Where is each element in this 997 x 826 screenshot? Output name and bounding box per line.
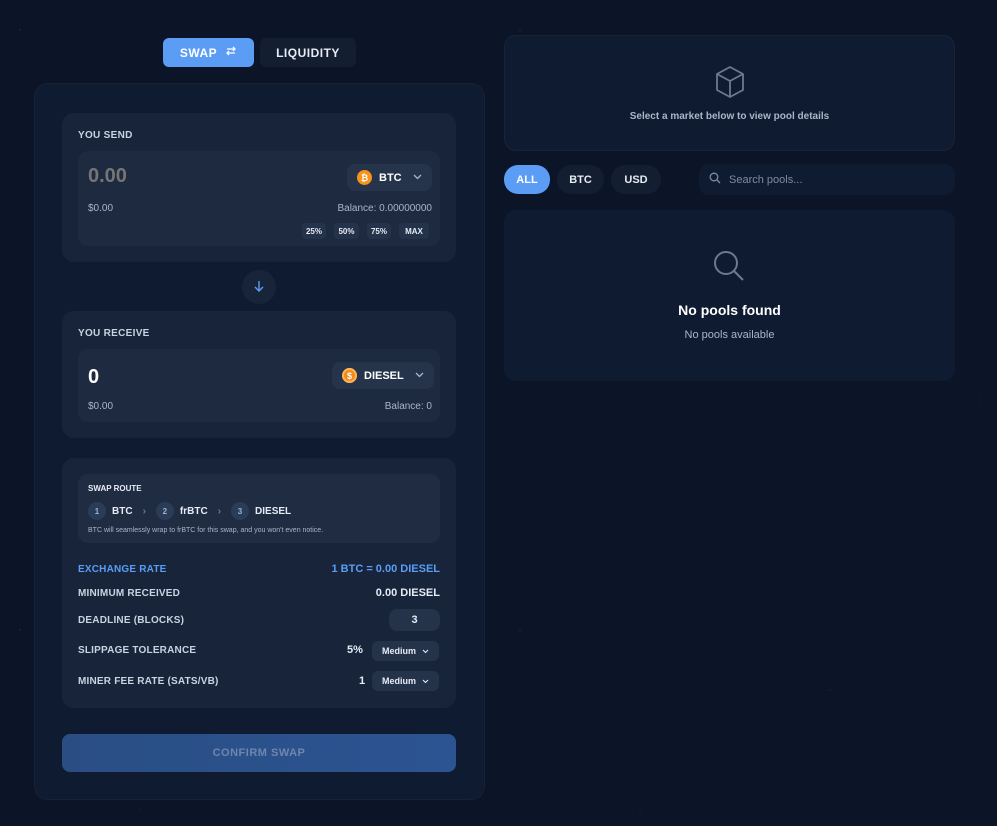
pools-list: No pools found No pools available (504, 210, 955, 381)
search-pools-input[interactable] (729, 173, 939, 186)
percent-50-button[interactable]: 50% (334, 223, 359, 239)
pool-details-hint: Select a market below to view pool detai… (629, 111, 830, 122)
slippage-mode: Medium (381, 646, 416, 656)
exchange-rate-label: EXCHANGE RATE (78, 564, 167, 575)
send-panel: YOU SEND ₿ BTC $0.00 Balance: 0.00000000… (62, 113, 456, 262)
search-icon (709, 171, 721, 189)
send-token-label: BTC (379, 171, 402, 184)
receive-inner: 0 $ DIESEL $0.00 Balance: 0 (78, 349, 440, 422)
slippage-value: 5% (347, 644, 363, 656)
cube-icon (712, 64, 748, 105)
max-button[interactable]: MAX (399, 223, 429, 239)
filter-all[interactable]: ALL (504, 165, 550, 194)
btc-icon: ₿ (357, 170, 372, 185)
filter-btc[interactable]: BTC (557, 165, 604, 194)
chevron-right-icon: › (142, 505, 146, 517)
chevron-down-icon (413, 172, 422, 183)
confirm-swap-button[interactable]: CONFIRM SWAP (62, 734, 456, 772)
receive-balance: Balance: 0 (384, 401, 432, 412)
no-pools-title: No pools found (678, 302, 781, 318)
chevron-down-icon (422, 646, 429, 656)
slippage-select[interactable]: Medium (372, 641, 439, 661)
receive-usd-value: $0.00 (88, 401, 114, 412)
receive-panel: YOU RECEIVE 0 $ DIESEL $0.00 Balance: 0 (62, 311, 456, 438)
deadline-input[interactable]: 3 (389, 609, 440, 631)
receive-token-select[interactable]: $ DIESEL (332, 362, 434, 389)
send-token-select[interactable]: ₿ BTC (347, 164, 432, 191)
arrow-down-icon (253, 279, 265, 295)
route-step-1-name: BTC (112, 505, 133, 517)
deadline-label: DEADLINE (BLOCKS) (78, 615, 185, 626)
swap-route-note: BTC will seamlessly wrap to frBTC for th… (88, 527, 324, 534)
search-box (699, 164, 955, 195)
slippage-label: SLIPPAGE TOLERANCE (78, 645, 197, 656)
swap-route-box: SWAP ROUTE 1 BTC › 2 frBTC › 3 DIESEL BT… (78, 474, 440, 543)
min-received-label: MINIMUM RECEIVED (78, 588, 181, 599)
swap-arrows-icon (225, 45, 237, 60)
percent-75-button[interactable]: 75% (367, 223, 391, 239)
magnifier-icon (711, 248, 747, 289)
route-step-2-number: 2 (155, 502, 174, 520)
miner-fee-label: MINER FEE RATE (SATS/VB) (78, 676, 219, 687)
tab-liquidity[interactable]: LIQUIDITY (260, 38, 356, 67)
send-balance: Balance: 0.00000000 (337, 203, 432, 214)
route-step-1-number: 1 (88, 502, 106, 520)
min-received-value: 0.00 DIESEL (375, 587, 440, 599)
miner-fee-select[interactable]: Medium (372, 671, 439, 691)
exchange-rate-value: 1 BTC = 0.00 DIESEL (331, 563, 440, 575)
send-amount-input[interactable] (88, 165, 288, 188)
send-label: YOU SEND (78, 130, 133, 141)
diesel-icon: $ (342, 368, 357, 383)
no-pools-subtitle: No pools available (684, 329, 775, 341)
route-step-3-name: DIESEL (255, 505, 292, 517)
tab-swap[interactable]: SWAP (163, 38, 254, 67)
pool-details-placeholder: Select a market below to view pool detai… (504, 35, 955, 151)
filter-usd[interactable]: USD (611, 165, 661, 194)
route-step-3-number: 3 (231, 502, 250, 520)
send-usd-value: $0.00 (88, 203, 114, 214)
chevron-down-icon (422, 676, 429, 686)
swap-route-title: SWAP ROUTE (88, 484, 142, 493)
receive-amount: 0 (88, 366, 100, 388)
receive-token-label: DIESEL (364, 369, 404, 382)
tab-liquidity-label: LIQUIDITY (276, 45, 340, 60)
swap-details-panel: SWAP ROUTE 1 BTC › 2 frBTC › 3 DIESEL BT… (62, 458, 456, 708)
swap-route-steps: 1 BTC › 2 frBTC › 3 DIESEL (88, 502, 291, 520)
flip-direction-button[interactable] (242, 270, 276, 304)
chevron-down-icon (415, 370, 424, 381)
receive-label: YOU RECEIVE (78, 328, 150, 339)
tab-swap-label: SWAP (179, 45, 218, 60)
chevron-right-icon: › (217, 505, 222, 517)
percent-25-button[interactable]: 25% (302, 223, 326, 239)
miner-fee-value: 1 (359, 675, 366, 687)
route-step-2-name: frBTC (179, 505, 208, 517)
miner-fee-mode: Medium (381, 676, 416, 686)
